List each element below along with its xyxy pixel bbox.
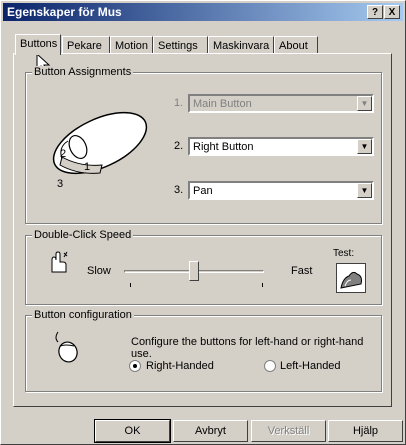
tab-motion[interactable]: Motion — [110, 36, 153, 54]
help-button[interactable]: Hjälp — [328, 420, 403, 442]
apply-button[interactable]: Verkställ — [251, 420, 326, 442]
double-click-group: Double-Click Speed Slow Fast Test: — [25, 229, 382, 305]
button-3-select[interactable]: Pan ▼ — [188, 181, 374, 200]
button-2-select[interactable]: Right Button ▼ — [188, 137, 374, 156]
button-2-value: Right Button — [193, 141, 254, 153]
mouse-label-1: 1 — [84, 161, 91, 173]
title-bar[interactable]: Egenskaper för Mus ? X — [3, 3, 403, 21]
tab-pekare[interactable]: Pekare — [62, 36, 110, 54]
button-3-value: Pan — [193, 185, 213, 197]
double-click-label: Double-Click Speed — [32, 229, 134, 241]
row-3-number: 3. — [174, 184, 184, 196]
test-area[interactable] — [336, 263, 366, 293]
button-1-select: Main Button ▼ — [188, 94, 374, 113]
window-title: Egenskaper för Mus — [7, 5, 122, 19]
test-label: Test: — [333, 248, 355, 259]
chevron-down-icon: ▼ — [357, 96, 372, 111]
slow-label: Slow — [87, 265, 111, 277]
left-handed-label[interactable]: Left-Handed — [280, 360, 341, 372]
left-handed-radio[interactable] — [264, 360, 276, 372]
right-handed-label[interactable]: Right-Handed — [146, 360, 214, 372]
test-box-icon — [340, 271, 362, 289]
speed-slider-thumb[interactable] — [189, 261, 199, 281]
fast-label: Fast — [291, 265, 313, 277]
cancel-button[interactable]: Avbryt — [173, 420, 248, 442]
tab-about[interactable]: About — [274, 36, 318, 54]
button-configuration-label: Button configuration — [32, 309, 134, 321]
mouse-label-2: 2 — [60, 148, 67, 160]
mouse-buttons-icon — [52, 111, 148, 175]
chevron-down-icon[interactable]: ▼ — [357, 183, 372, 198]
hand-pointer-icon — [51, 251, 68, 273]
tab-maskinvara[interactable]: Maskinvara — [208, 36, 274, 54]
button-assignments-group: Button Assignments 2 1 3 1. Main Button … — [25, 66, 382, 224]
button-configuration-group: Button configuration Configure the butto… — [25, 309, 382, 392]
row-2-number: 2. — [174, 140, 184, 152]
slider-tick — [130, 283, 131, 287]
slider-tick — [262, 283, 263, 287]
mouse-label-3: 3 — [57, 178, 64, 190]
chevron-down-icon[interactable]: ▼ — [357, 139, 372, 154]
mouse-icon — [55, 331, 78, 363]
right-handed-radio[interactable] — [129, 360, 141, 372]
tab-buttons[interactable]: Buttons — [15, 34, 61, 55]
row-1-number: 1. — [174, 97, 184, 109]
button-assignments-label: Button Assignments — [32, 66, 134, 78]
button-1-value: Main Button — [193, 98, 252, 110]
tab-panel: Button Assignments 2 1 3 1. Main Button … — [13, 53, 392, 407]
close-title-button[interactable]: X — [384, 5, 400, 19]
tab-settings[interactable]: Settings — [153, 36, 208, 54]
help-title-button[interactable]: ? — [367, 5, 383, 19]
ok-button[interactable]: OK — [94, 419, 171, 443]
configuration-description: Configure the buttons for left-hand or r… — [131, 336, 364, 360]
properties-window: Egenskaper för Mus ? X Buttons Pekare Mo… — [0, 0, 406, 445]
